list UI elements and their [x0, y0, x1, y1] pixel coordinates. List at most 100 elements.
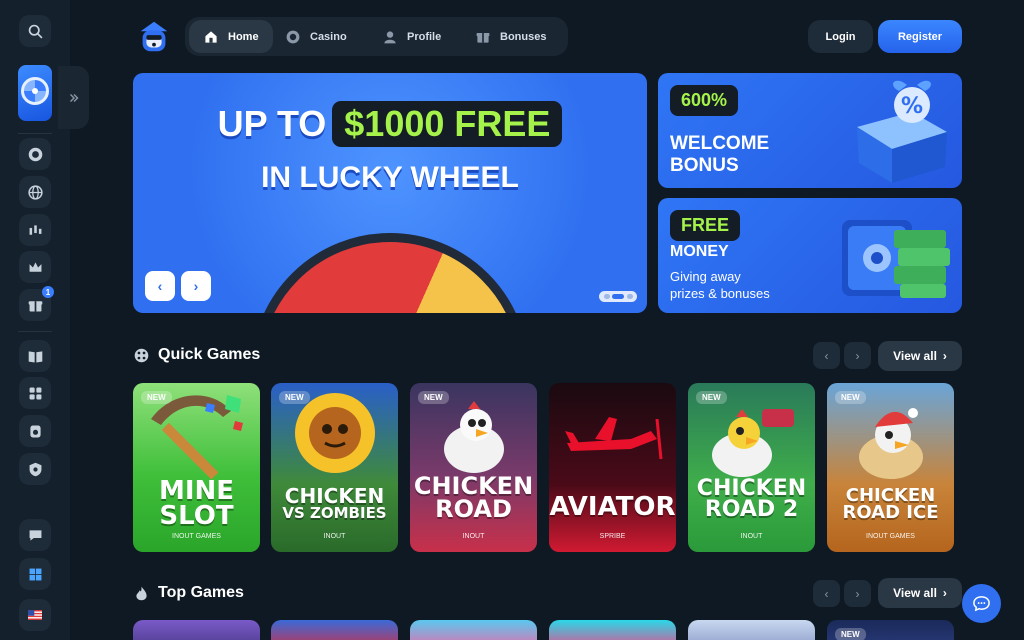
new-badge: NEW [696, 391, 727, 404]
promo-subtitle-line: Giving away [670, 269, 741, 284]
top-game-card[interactable] [688, 620, 815, 640]
nav-home[interactable]: Home [189, 20, 273, 53]
view-all-label: View all [893, 349, 937, 363]
nav-bonuses[interactable]: Bonuses [475, 20, 565, 53]
login-button[interactable]: Login [808, 20, 873, 53]
us-flag-icon [28, 610, 42, 620]
game-title: CHICKEN VS ZOMBIES [271, 486, 398, 521]
sidebar-item-windows-app[interactable] [19, 558, 51, 590]
quick-games-prev-button[interactable]: ‹ [813, 342, 840, 369]
search-icon [28, 24, 42, 38]
top-games-next-button[interactable]: › [844, 580, 871, 607]
sidebar-item-sports[interactable] [19, 176, 51, 208]
carousel-dots[interactable] [599, 291, 637, 302]
wheel-icon [21, 77, 49, 105]
safe-money-icon [842, 220, 950, 298]
game-title-line: ROAD 2 [704, 496, 799, 522]
hero-highlight: $1000 FREE [332, 101, 563, 147]
quick-games-view-all[interactable]: View all › [878, 341, 962, 371]
game-provider: INOUT GAMES [866, 533, 915, 540]
home-icon [205, 30, 217, 43]
promo-pill: FREE [670, 210, 741, 241]
sidebar-expand-button[interactable] [58, 66, 89, 129]
search-button[interactable] [19, 15, 51, 47]
hero-prev-button[interactable]: ‹ [145, 271, 175, 301]
sidebar-item-promo[interactable] [19, 415, 51, 447]
puzzle-icon [29, 387, 41, 399]
sidebar-item-vip[interactable] [19, 251, 51, 283]
game-title: MINE SLOT [133, 478, 260, 531]
nav-profile[interactable]: Profile [382, 20, 462, 53]
chicken-santa-icon [859, 408, 923, 479]
lucky-wheel-button[interactable] [18, 65, 52, 121]
game-card-chicken-road[interactable]: NEW CHICKEN ROAD INOUT [410, 383, 537, 552]
user-icon [384, 30, 396, 43]
game-provider: INOUT [462, 533, 485, 540]
top-game-card[interactable] [549, 620, 676, 640]
top-games-view-all[interactable]: View all › [878, 578, 962, 608]
register-button[interactable]: Register [878, 20, 962, 53]
quick-games-next-button[interactable]: › [844, 342, 871, 369]
sidebar-item-games[interactable] [19, 377, 51, 409]
game-card-chicken-road-ice[interactable]: NEW CHICKEN ROAD ICE INOUT GAMES [827, 383, 954, 552]
carousel-dot-active[interactable] [612, 294, 624, 299]
globe-icon [27, 184, 43, 200]
gift-icon [476, 32, 490, 43]
candles-icon [29, 224, 41, 235]
nav-casino[interactable]: Casino [285, 20, 365, 53]
language-selector[interactable] [19, 599, 51, 631]
game-title: CHICKEN ROAD 2 [688, 478, 815, 522]
svg-text:%: % [901, 94, 923, 119]
promo-welcome-bonus[interactable]: 600% WELCOME BONUS % [658, 73, 962, 188]
top-game-card[interactable] [271, 620, 398, 640]
game-title: CHICKEN ROAD ICE [827, 486, 954, 521]
game-title-line: SLOT [159, 500, 234, 531]
nav-bonuses-label: Bonuses [500, 30, 547, 43]
top-game-card[interactable] [133, 620, 260, 640]
chicken-icon [444, 401, 504, 473]
sidebar-divider [18, 133, 52, 134]
game-card-aviator[interactable]: AVIATOR SPRIBE [549, 383, 676, 552]
hero-lead: UP TO [217, 103, 327, 144]
logo[interactable] [135, 18, 173, 56]
live-chat-button[interactable] [962, 584, 1001, 623]
game-provider: SPRIBE [599, 533, 626, 540]
top-game-card[interactable]: NEW [827, 620, 954, 640]
double-chevron-right-icon [69, 93, 78, 102]
promo-subtitle: Giving away prizes & bonuses [670, 268, 770, 302]
promo-free-money[interactable]: FREE MONEY Giving away prizes & bonuses [658, 198, 962, 313]
quick-games-heading: Quick Games [133, 346, 260, 364]
game-card-chicken-vs-zombies[interactable]: NEW CHICKEN VS ZOMBIES INOUT [271, 383, 398, 552]
hero-next-button[interactable]: › [181, 271, 211, 301]
promo-title-line: BONUS [670, 155, 739, 176]
hero-banner[interactable]: UP TO $1000 FREE IN LUCKY WHEEL ‹ › [133, 73, 647, 313]
sidebar-item-support[interactable] [19, 519, 51, 551]
chat-icon [29, 529, 41, 541]
sidebar-divider [18, 331, 52, 332]
chicken-icon [712, 409, 794, 477]
sidebar-item-casino[interactable] [19, 138, 51, 170]
carousel-dot[interactable] [627, 294, 633, 299]
hero-headline: UP TO $1000 FREE [133, 101, 647, 147]
game-card-mine-slot[interactable]: NEW MINE SLOT INOUT GAMES [133, 383, 260, 552]
windows-icon [29, 568, 41, 580]
promo-subtitle-line: prizes & bonuses [670, 286, 770, 301]
chat-bubble-icon [973, 596, 990, 612]
sidebar-item-guide[interactable] [19, 340, 51, 372]
sidebar-item-security[interactable] [19, 453, 51, 485]
new-badge: NEW [418, 391, 449, 404]
game-card-chicken-road-2[interactable]: NEW CHICKEN ROAD 2 INOUT [688, 383, 815, 552]
game-provider: INOUT GAMES [172, 533, 221, 540]
nav-profile-label: Profile [407, 30, 442, 43]
shield-icon [29, 462, 41, 476]
nav-home-label: Home [228, 30, 259, 43]
top-games-title: Top Games [158, 584, 244, 601]
chip-icon [28, 147, 42, 161]
carousel-dot[interactable] [604, 294, 610, 299]
sidebar-item-trading[interactable] [19, 214, 51, 246]
promo-title: WELCOME BONUS [670, 133, 769, 177]
top-games-prev-button[interactable]: ‹ [813, 580, 840, 607]
top-game-card[interactable] [410, 620, 537, 640]
fire-icon [136, 586, 147, 600]
sidebar-item-bonuses[interactable]: 1 [19, 286, 54, 321]
